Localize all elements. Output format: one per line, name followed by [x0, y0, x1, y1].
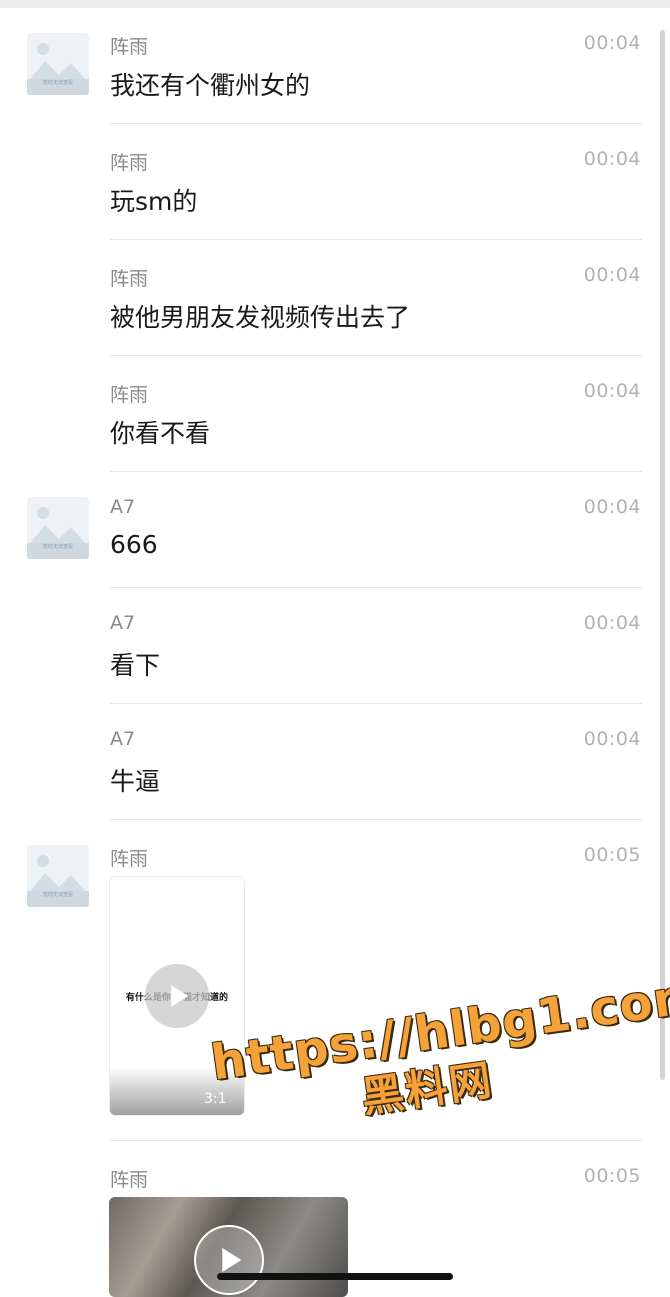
message-time: 00:04	[583, 264, 641, 286]
avatar-caption: 暂时无法查看	[42, 80, 73, 86]
home-indicator[interactable]	[217, 1273, 453, 1280]
message-time: 00:04	[583, 148, 641, 170]
message-text[interactable]: 你看不看	[110, 414, 210, 450]
message-time: 00:04	[583, 32, 641, 54]
sender-name: 阵雨	[110, 268, 149, 290]
message-time: 00:04	[583, 728, 641, 750]
message-text[interactable]: 看下	[110, 646, 160, 682]
message-text[interactable]: 被他男朋友发视频传出去了	[110, 298, 410, 334]
avatar-placeholder[interactable]: 暂时无法查看	[27, 845, 89, 907]
play-icon[interactable]	[194, 1225, 264, 1295]
message-text[interactable]: 牛逼	[110, 762, 160, 798]
message-time: 00:05	[583, 844, 641, 866]
sender-name: 阵雨	[110, 36, 149, 58]
message-time: 00:04	[583, 496, 641, 518]
sender-name: A7	[110, 496, 136, 518]
video-thumbnail[interactable]	[109, 1197, 348, 1297]
message-item[interactable]: 暂时无法查看 A7 00:04 666	[0, 464, 670, 588]
message-item[interactable]: 阵雨 00:04 你看不看	[0, 348, 670, 472]
message-item[interactable]: 阵雨 00:04 玩sm的	[0, 116, 670, 240]
sender-name: 阵雨	[110, 848, 149, 870]
message-time: 00:04	[583, 380, 641, 402]
sender-name: A7	[110, 612, 136, 634]
message-text[interactable]: 666	[110, 530, 158, 559]
message-time: 00:04	[583, 612, 641, 634]
sender-name: 阵雨	[110, 1169, 149, 1191]
avatar-caption: 暂时无法查看	[42, 892, 73, 898]
message-item[interactable]: 阵雨 00:04 被他男朋友发视频传出去了	[0, 232, 670, 356]
avatar-placeholder[interactable]: 暂时无法查看	[27, 33, 89, 95]
sender-name: 阵雨	[110, 384, 149, 406]
avatar-placeholder[interactable]: 暂时无法查看	[27, 497, 89, 559]
message-item[interactable]: A7 00:04 牛逼	[0, 696, 670, 820]
message-text[interactable]: 玩sm的	[110, 182, 197, 218]
message-text[interactable]: 我还有个衢州女的	[110, 66, 310, 102]
sender-name: A7	[110, 728, 136, 750]
message-item[interactable]: A7 00:04 看下	[0, 580, 670, 704]
message-time: 00:05	[583, 1165, 641, 1187]
sender-name: 阵雨	[110, 152, 149, 174]
avatar-caption: 暂时无法查看	[42, 544, 73, 550]
play-icon[interactable]	[145, 964, 209, 1028]
message-item[interactable]: 暂时无法查看 阵雨 00:04 我还有个衢州女的	[0, 0, 670, 124]
